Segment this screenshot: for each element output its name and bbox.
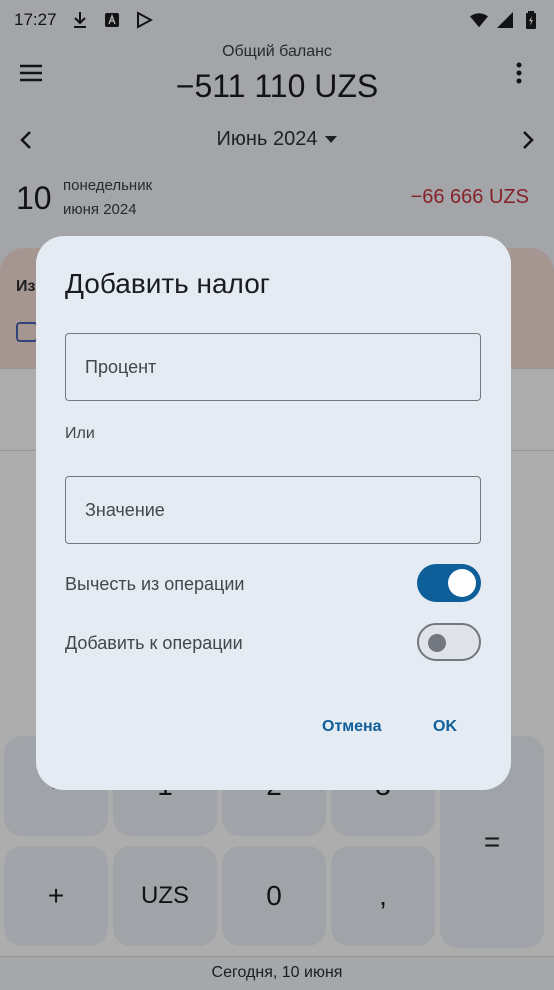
percent-field[interactable]: [65, 333, 481, 401]
add-tax-dialog: Добавить налог Или Вычесть из операции Д…: [36, 236, 511, 790]
add-label: Добавить к операции: [65, 633, 243, 653]
value-input[interactable]: [66, 477, 480, 543]
toggle-knob: [448, 569, 476, 597]
ok-button[interactable]: OK: [433, 718, 457, 736]
value-field[interactable]: [65, 476, 481, 544]
add-row: Добавить к операции: [65, 623, 481, 663]
subtract-row: Вычесть из операции: [65, 564, 481, 604]
percent-input[interactable]: [66, 334, 480, 400]
cancel-button[interactable]: Отмена: [322, 718, 382, 736]
subtract-label: Вычесть из операции: [65, 574, 245, 594]
toggle-knob: [428, 634, 446, 652]
dialog-title: Добавить налог: [65, 268, 270, 299]
or-label: Или: [65, 425, 95, 442]
subtract-toggle[interactable]: [417, 564, 481, 602]
add-toggle[interactable]: [417, 623, 481, 661]
